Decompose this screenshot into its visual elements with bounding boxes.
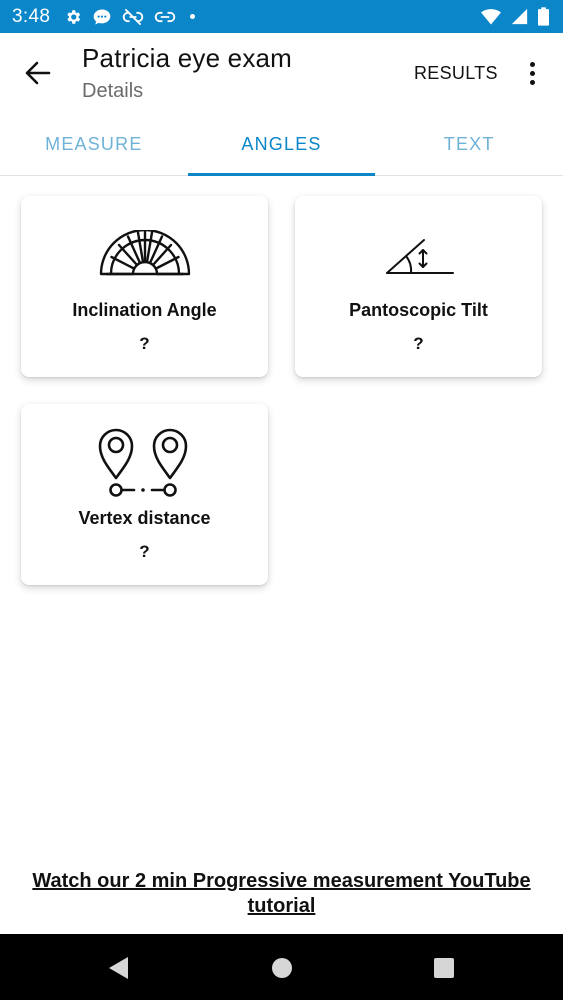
page-title: Patricia eye exam [82, 43, 293, 73]
youtube-tutorial-link[interactable]: Watch our 2 min Progressive measurement … [20, 869, 543, 919]
status-right-icons [481, 7, 549, 26]
card-label: Inclination Angle [72, 300, 217, 320]
link-off-icon [122, 8, 144, 25]
tab-text[interactable]: TEXT [375, 113, 563, 175]
signal-icon [511, 8, 528, 25]
card-pantoscopic-tilt[interactable]: Pantoscopic Tilt ? [295, 196, 542, 377]
status-bar: 3:48 [0, 0, 563, 33]
wifi-icon [481, 8, 501, 24]
card-value: ? [413, 334, 424, 353]
gear-icon [67, 9, 81, 24]
back-button[interactable] [18, 53, 58, 93]
nav-recents-button[interactable] [430, 954, 458, 982]
card-icon-wrap [21, 424, 268, 500]
tilt-angle-icon [385, 239, 454, 274]
results-button[interactable]: RESULTS [406, 57, 506, 89]
navigation-bar [0, 934, 563, 1000]
app-bar: Patricia eye exam Details RESULTS [0, 33, 563, 113]
link-icon [154, 11, 176, 22]
triangle-back-icon [109, 957, 128, 979]
arrow-back-icon [25, 61, 51, 85]
card-value: ? [139, 542, 150, 561]
map-pins-distance-icon [98, 428, 187, 497]
card-label: Pantoscopic Tilt [349, 300, 488, 320]
status-time: 3:48 [12, 5, 51, 27]
battery-icon [538, 7, 549, 26]
tab-bar: MEASURE ANGLES TEXT [0, 113, 563, 176]
dot-icon [190, 14, 196, 19]
more-vert-icon [529, 61, 535, 67]
chat-icon [93, 9, 111, 24]
tab-measure[interactable]: MEASURE [0, 113, 188, 175]
card-icon-wrap [21, 230, 268, 278]
page-subtitle: Details [82, 80, 144, 102]
card-vertex-distance[interactable]: Vertex distance ? [21, 404, 268, 585]
nav-back-button[interactable] [104, 954, 132, 982]
card-icon-wrap [295, 234, 542, 276]
circle-home-icon [272, 958, 292, 978]
status-left-icons [64, 7, 196, 27]
card-inclination-angle[interactable]: Inclination Angle ? [21, 196, 268, 377]
overflow-menu-button[interactable] [518, 55, 546, 91]
square-recents-icon [434, 958, 454, 978]
card-label: Vertex distance [78, 508, 211, 528]
tab-angles[interactable]: ANGLES [187, 113, 376, 176]
protractor-icon [99, 230, 190, 276]
nav-home-button[interactable] [268, 954, 296, 982]
card-value: ? [139, 334, 150, 353]
